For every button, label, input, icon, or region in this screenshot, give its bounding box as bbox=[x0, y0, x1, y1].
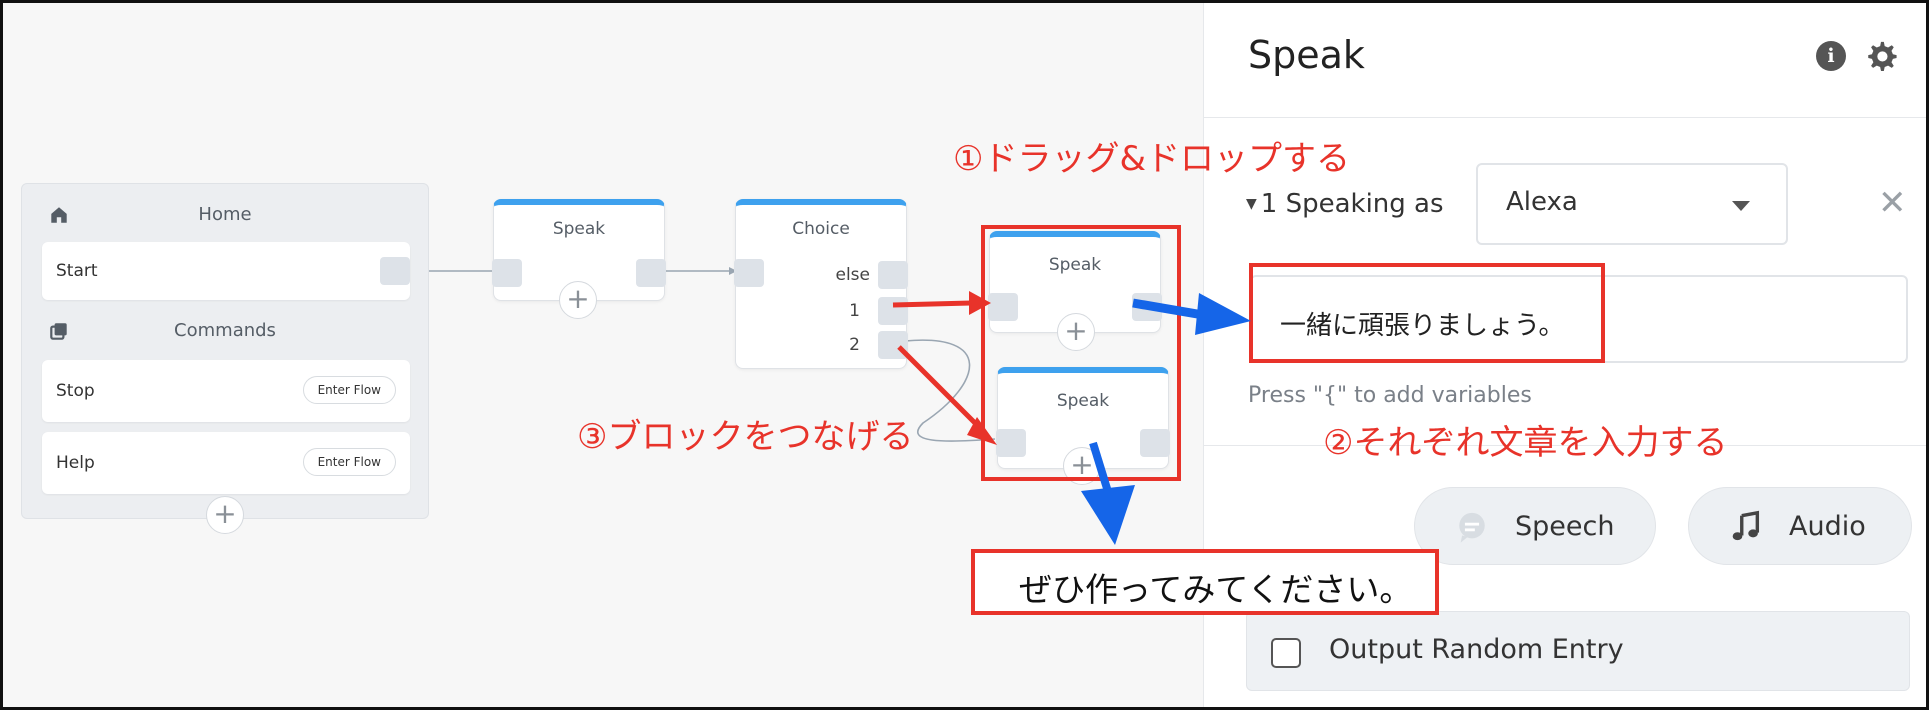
callout-text: ぜひ作ってみてください。 bbox=[1019, 570, 1413, 609]
annotation-arrows bbox=[892, 291, 1251, 545]
callout-box: ぜひ作ってみてください。 bbox=[971, 549, 1439, 615]
screenshot-frame: Home Start Commands Stop Enter Flow Help… bbox=[0, 0, 1929, 710]
